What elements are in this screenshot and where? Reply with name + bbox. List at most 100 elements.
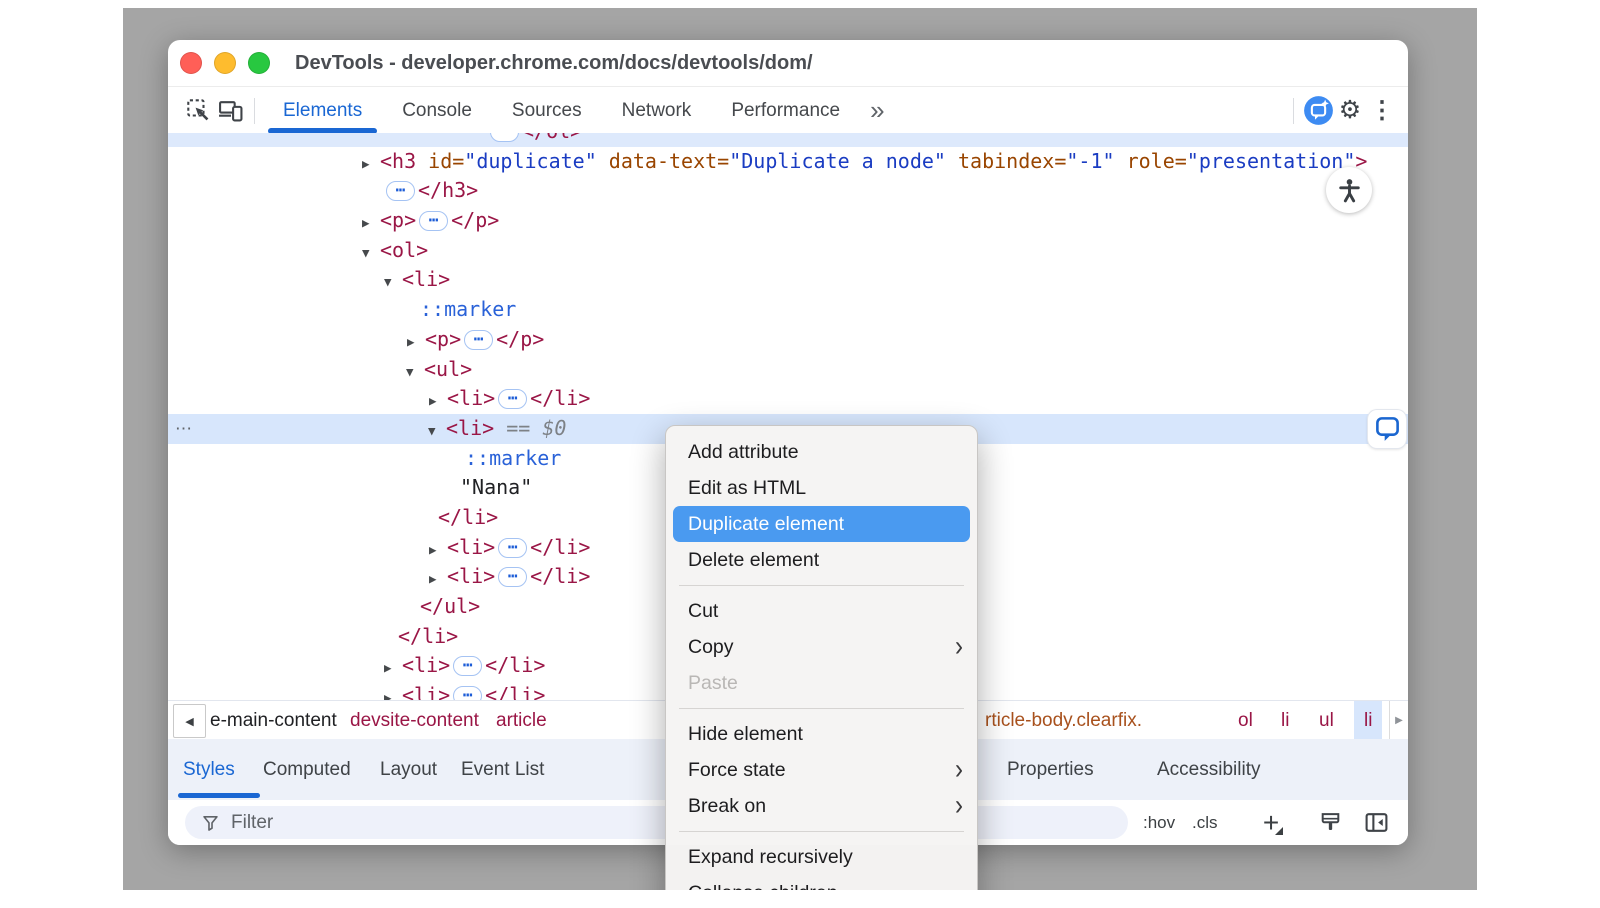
paint-brush-icon[interactable] xyxy=(1318,810,1343,840)
close-window-button[interactable] xyxy=(180,52,202,74)
menu-item-delete-element[interactable]: Delete element xyxy=(666,542,977,578)
expand-arrow-icon[interactable] xyxy=(384,683,402,700)
dom-node-row[interactable]: <ol> xyxy=(168,236,1408,266)
sidebar-tab-computed[interactable]: Computed xyxy=(263,739,351,800)
menu-item-copy[interactable]: Copy› xyxy=(666,629,977,665)
dom-node-row[interactable]: <p></p> xyxy=(168,325,1408,355)
device-toolbar-icon[interactable] xyxy=(214,94,246,128)
row-actions-dots-icon[interactable]: ⋯ xyxy=(175,414,193,444)
dom-node-row[interactable]: <ul> xyxy=(168,355,1408,385)
breadcrumb-crumb-devsite-content[interactable]: devsite-content xyxy=(350,701,479,740)
breadcrumb-crumb-article[interactable]: article xyxy=(496,701,547,740)
inline-ellipsis-icon[interactable] xyxy=(498,538,527,558)
menu-item-duplicate-element[interactable]: Duplicate element xyxy=(673,506,970,542)
menu-item-cut[interactable]: Cut xyxy=(666,593,977,629)
ai-assistant-icon[interactable] xyxy=(1302,94,1334,128)
breadcrumb-crumb-rticle-body-clearfix-[interactable]: rticle-body.clearfix. xyxy=(985,701,1142,740)
menu-item-edit-as-html[interactable]: Edit as HTML xyxy=(666,470,977,506)
inline-ellipsis-icon[interactable] xyxy=(453,686,482,700)
menu-item-add-attribute[interactable]: Add attribute xyxy=(666,434,977,470)
new-style-rule-icon[interactable]: + xyxy=(1253,800,1289,845)
styles-filter-input[interactable]: Filter xyxy=(185,806,1128,839)
menu-item-force-state[interactable]: Force state› xyxy=(666,752,977,788)
inline-ellipsis-icon[interactable] xyxy=(498,567,527,587)
context-menu: Add attributeEdit as HTMLDuplicate eleme… xyxy=(665,425,978,890)
sidebar-tab-event-list[interactable]: Event List xyxy=(461,739,544,800)
screenshot-stage: DevTools - developer.chrome.com/docs/dev… xyxy=(0,0,1600,908)
menu-item-collapse-children[interactable]: Collapse children xyxy=(666,875,977,890)
tab-sources[interactable]: Sources xyxy=(492,87,602,134)
expand-arrow-icon[interactable] xyxy=(362,208,380,238)
menu-item-hide-element[interactable]: Hide element xyxy=(666,716,977,752)
inline-ellipsis-icon[interactable] xyxy=(490,133,519,142)
dom-node-row[interactable]: ::marker xyxy=(168,295,1408,325)
breadcrumb-scroll-right-icon[interactable]: ▶ xyxy=(1389,701,1408,740)
tab-elements[interactable]: Elements xyxy=(263,87,382,134)
inline-ellipsis-icon[interactable] xyxy=(386,181,415,201)
element-classes-button[interactable]: .cls xyxy=(1192,800,1218,845)
more-tabs-icon[interactable]: » xyxy=(860,95,892,126)
dom-attribute-name: data-text= xyxy=(597,149,729,173)
dom-tag-token: </li> xyxy=(485,683,545,700)
tab-performance[interactable]: Performance xyxy=(711,87,860,134)
expand-arrow-icon[interactable] xyxy=(384,653,402,683)
collapse-arrow-icon[interactable] xyxy=(428,416,446,446)
dom-tag-token: <p> xyxy=(380,208,416,232)
menu-item-label: Break on xyxy=(688,795,766,818)
breadcrumb-scroll-left-icon[interactable]: ◀ xyxy=(173,704,206,738)
tab-network[interactable]: Network xyxy=(602,87,712,134)
breadcrumb-crumb-e-main-content[interactable]: e-main-content xyxy=(210,701,337,740)
dom-node-row[interactable]: </h3> xyxy=(168,176,1408,206)
settings-gear-icon[interactable]: ⚙ xyxy=(1334,94,1366,128)
breadcrumb-crumb-ul[interactable]: ul xyxy=(1319,701,1334,740)
accessibility-person-icon[interactable] xyxy=(1326,167,1372,213)
breadcrumb-crumb-li[interactable]: li xyxy=(1354,701,1382,740)
toggle-sidebar-icon[interactable] xyxy=(1364,810,1389,840)
zoom-window-button[interactable] xyxy=(248,52,270,74)
sidebar-tab-properties[interactable]: Properties xyxy=(1007,739,1094,800)
more-options-kebab-icon[interactable]: ⋮ xyxy=(1366,94,1398,128)
expand-arrow-icon[interactable] xyxy=(429,535,447,565)
dom-pseudo-element: ::marker xyxy=(465,446,561,470)
sidebar-tab-layout[interactable]: Layout xyxy=(380,739,437,800)
dom-tag-token: <li> xyxy=(446,416,494,440)
ai-assistant-badge-icon[interactable] xyxy=(1368,410,1406,448)
minimize-window-button[interactable] xyxy=(214,52,236,74)
dom-tag-token: </p> xyxy=(451,208,499,232)
expand-arrow-icon[interactable] xyxy=(407,327,425,357)
collapse-arrow-icon[interactable] xyxy=(406,357,424,387)
dom-node-row[interactable]: <h3 id="duplicate" data-text="Duplicate … xyxy=(168,147,1408,177)
inline-ellipsis-icon[interactable] xyxy=(419,211,448,231)
menu-item-break-on[interactable]: Break on› xyxy=(666,788,977,824)
expand-arrow-icon[interactable] xyxy=(429,386,447,416)
inline-ellipsis-icon[interactable] xyxy=(453,656,482,676)
inline-ellipsis-icon[interactable] xyxy=(464,330,493,350)
expand-arrow-icon[interactable] xyxy=(362,149,380,179)
toggle-element-state-button[interactable]: :hov xyxy=(1143,800,1175,845)
dom-node-row[interactable]: <p> </p> xyxy=(168,206,1408,236)
sidebar-tab-accessibility[interactable]: Accessibility xyxy=(1157,739,1260,800)
menu-item-label: Expand recursively xyxy=(688,846,853,869)
expand-arrow-icon[interactable] xyxy=(429,564,447,594)
dom-text-node: "Nana" xyxy=(460,475,532,499)
tab-console[interactable]: Console xyxy=(382,87,492,134)
menu-item-label: Delete element xyxy=(688,549,819,572)
dom-node-row[interactable]: <li> xyxy=(168,265,1408,295)
window-title: DevTools - developer.chrome.com/docs/dev… xyxy=(295,52,813,75)
sidebar-tab-styles[interactable]: Styles xyxy=(183,739,235,800)
dom-tag-token: </ul> xyxy=(420,594,480,618)
inline-ellipsis-icon[interactable] xyxy=(498,389,527,409)
collapse-arrow-icon[interactable] xyxy=(362,238,380,268)
breadcrumb-crumb-li[interactable]: li xyxy=(1281,701,1289,740)
devtools-toolbar: ElementsConsoleSourcesNetworkPerformance… xyxy=(168,87,1408,135)
dom-node-row[interactable]: </ol> xyxy=(168,133,1408,147)
breadcrumb-crumb-ol[interactable]: ol xyxy=(1238,701,1253,740)
menu-item-expand-recursively[interactable]: Expand recursively xyxy=(666,839,977,875)
collapse-arrow-icon[interactable] xyxy=(384,267,402,297)
dom-node-row[interactable]: <li></li> xyxy=(168,384,1408,414)
new-style-rule-dropdown-icon xyxy=(1275,827,1283,835)
dom-tag-token: </li> xyxy=(398,624,458,648)
inspect-element-icon[interactable] xyxy=(182,94,214,128)
menu-separator xyxy=(679,831,964,832)
menu-separator xyxy=(679,708,964,709)
